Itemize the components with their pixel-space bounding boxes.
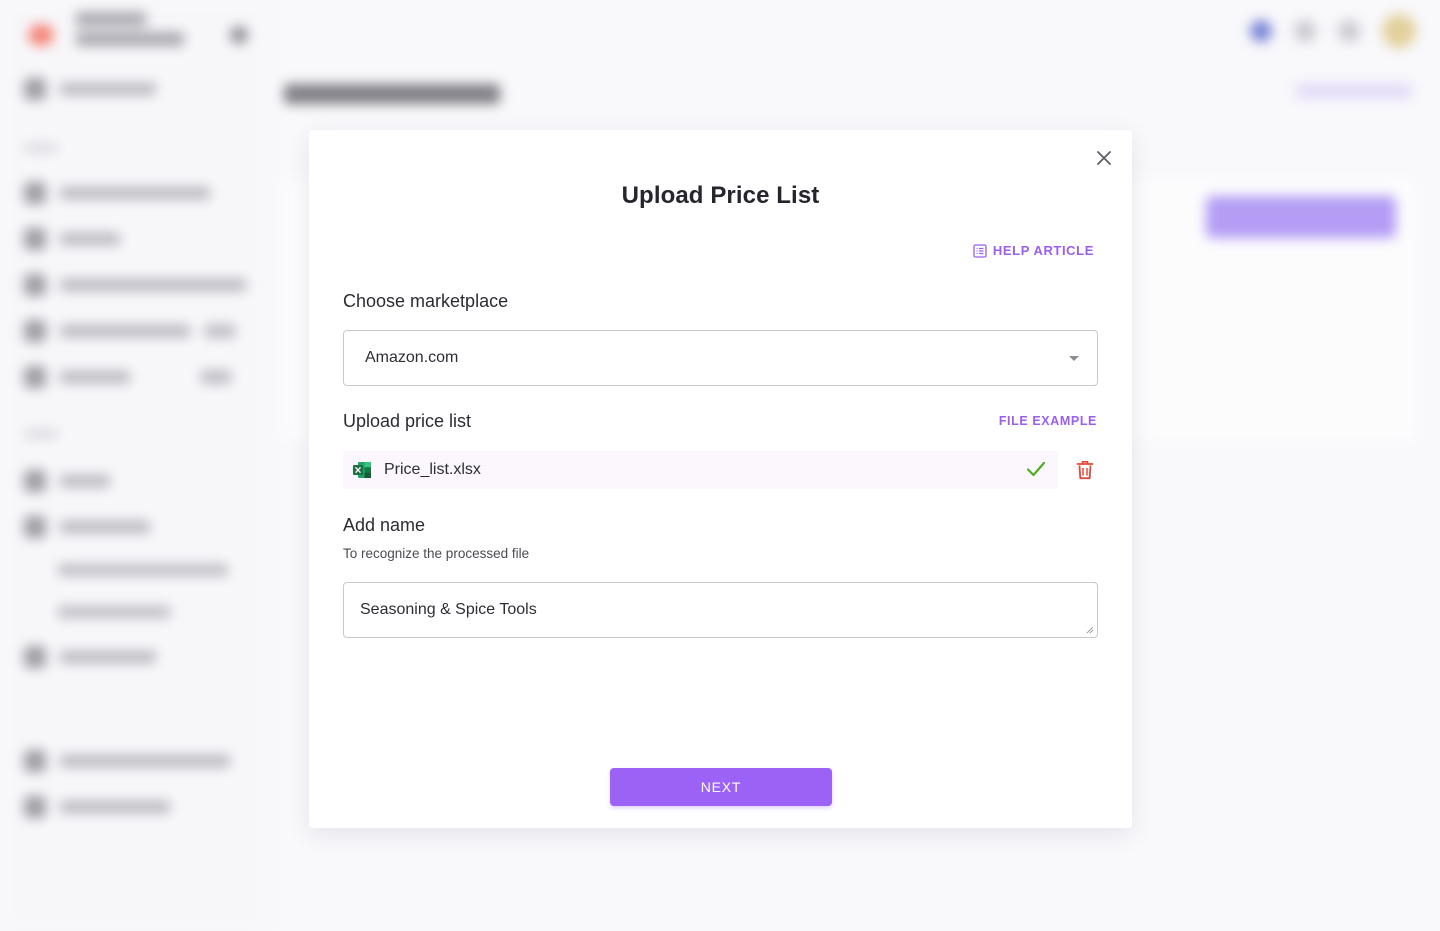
upload-price-list-modal: Upload Price List HELP ARTICLE Choose ma… <box>309 130 1132 828</box>
add-name-label: Add name <box>343 515 426 535</box>
marketplace-value: Amazon.com <box>365 349 459 366</box>
excel-file-icon <box>353 462 371 478</box>
upload-label: Upload price list <box>343 411 472 431</box>
next-button[interactable]: NEXT <box>610 768 832 806</box>
help-article-icon <box>973 243 987 258</box>
resize-grip-icon[interactable] <box>1084 624 1094 634</box>
marketplace-label: Choose marketplace <box>343 291 509 311</box>
marketplace-select[interactable]: Amazon.com <box>343 330 1098 386</box>
trash-icon <box>1076 461 1094 480</box>
help-article-link[interactable]: HELP ARTICLE <box>973 243 1094 258</box>
help-article-label: HELP ARTICLE <box>992 243 1094 258</box>
delete-file-button[interactable] <box>1076 460 1094 485</box>
close-button[interactable] <box>1094 148 1114 168</box>
modal-title: Upload Price List <box>621 182 820 209</box>
chevron-down-icon <box>1069 356 1079 361</box>
file-name-input-value: Seasoning & Spice Tools <box>360 601 537 618</box>
close-icon <box>1097 151 1111 165</box>
add-name-hint: To recognize the processed file <box>343 546 530 561</box>
file-example-link[interactable]: FILE EXAMPLE <box>999 414 1097 428</box>
file-name-input[interactable]: Seasoning & Spice Tools <box>343 582 1098 638</box>
uploaded-file-row: Price_list.xlsx <box>343 451 1058 489</box>
check-icon <box>1026 461 1046 477</box>
file-name: Price_list.xlsx <box>384 461 481 478</box>
